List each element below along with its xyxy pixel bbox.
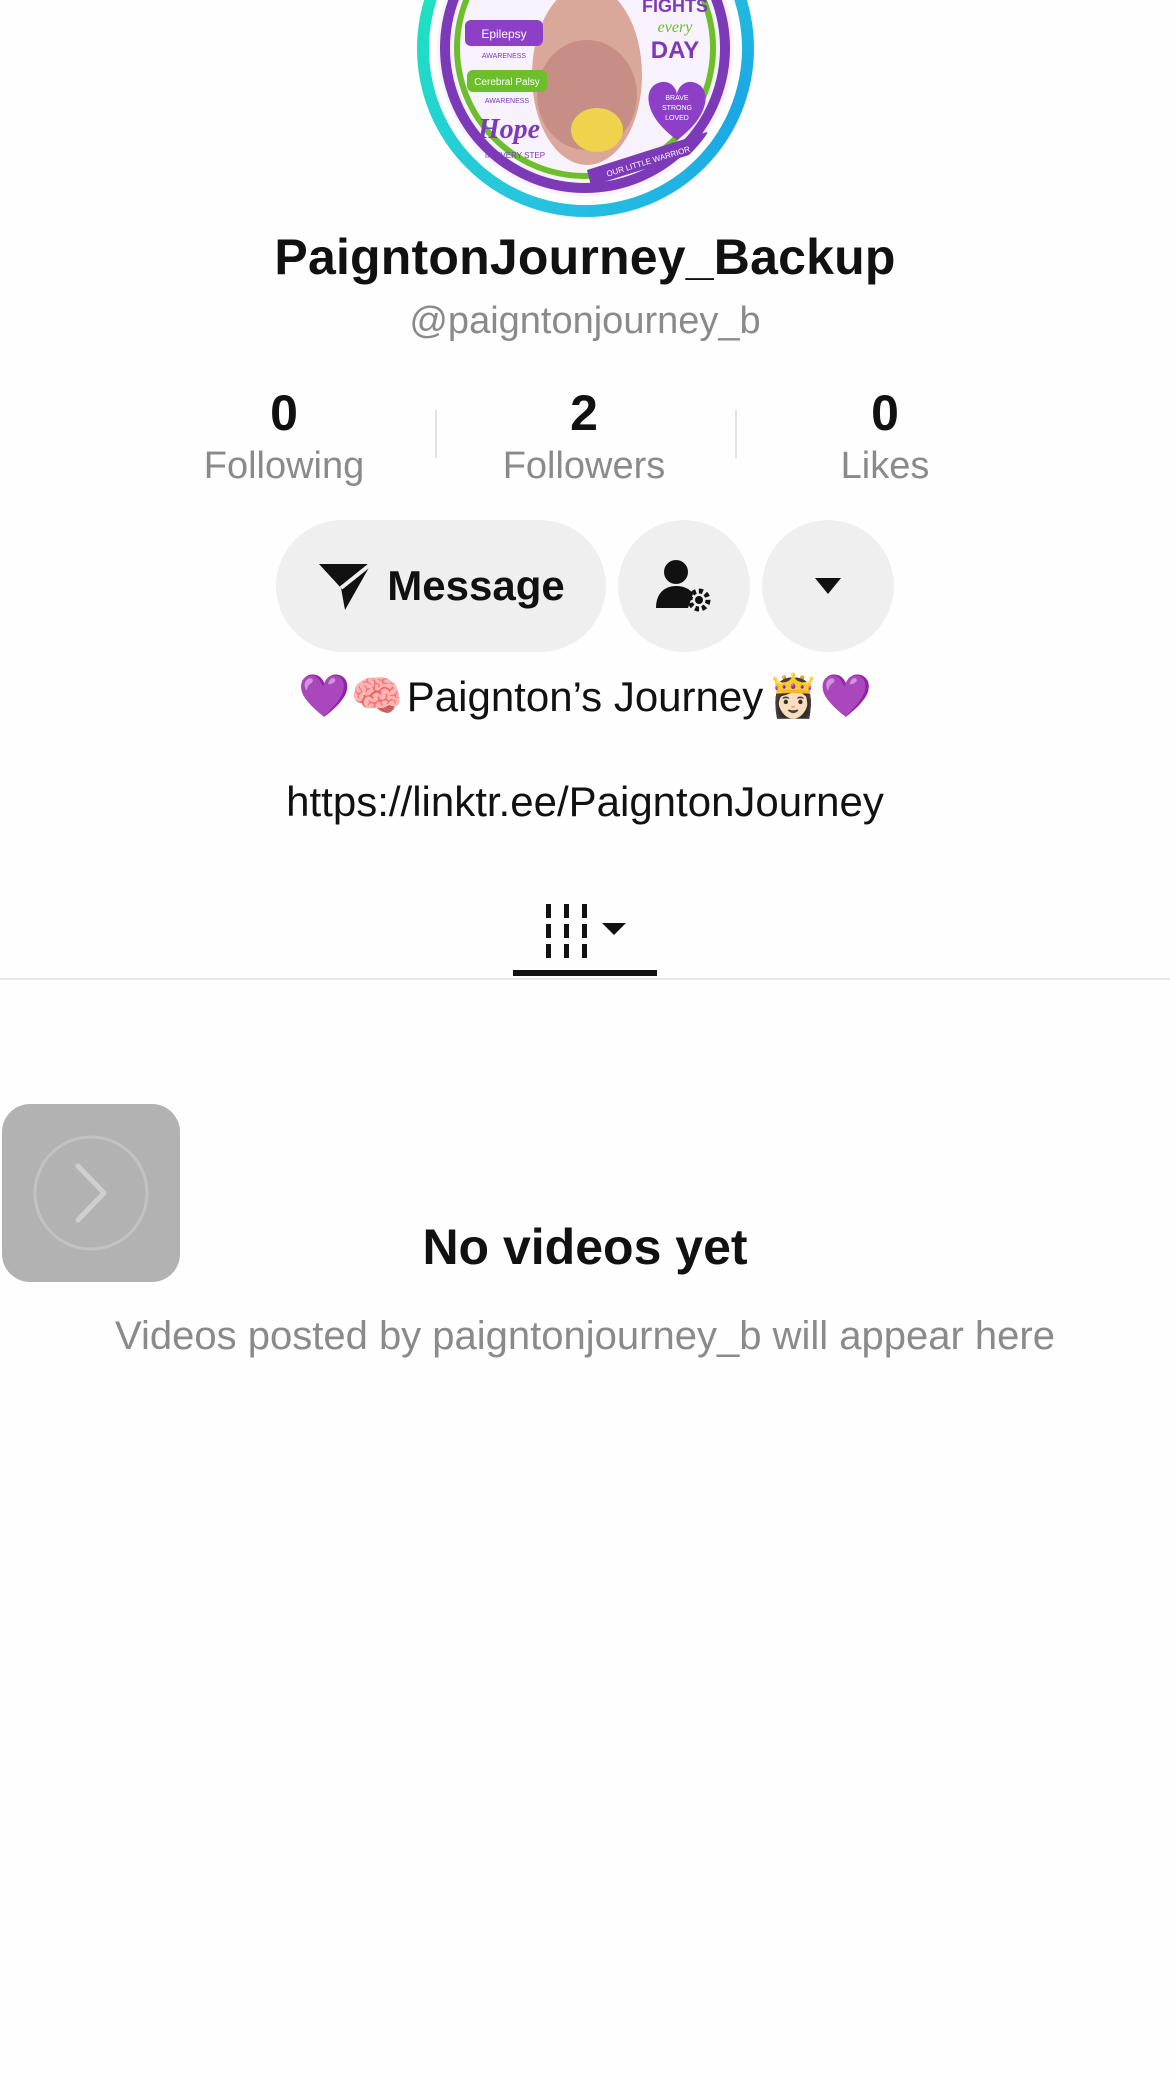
stat-followers-count: 2	[570, 385, 598, 441]
stat-following-label: Following	[203, 445, 365, 487]
bio-text: Paignton’s Journey	[406, 672, 764, 720]
profile-bio: 💜🧠 Paignton’s Journey 👸🏻💜	[0, 672, 1170, 721]
stats-divider	[435, 410, 437, 458]
avatar-text-loved: LOVED	[665, 115, 689, 122]
bio-emoji-right: 👸🏻💜	[767, 672, 872, 719]
stats-divider	[735, 410, 737, 458]
avatar-text-in-every-step: IN EVERY STEP	[485, 151, 545, 160]
avatar-text-awareness-2: AWARENESS	[485, 98, 530, 105]
avatar[interactable]: Epilepsy AWARENESS Cerebral Palsy AWAREN…	[437, 0, 734, 197]
bio-emoji-left: 💜🧠	[298, 672, 403, 719]
avatar-text-strong: STRONG	[662, 105, 692, 112]
stat-followers[interactable]: 2 Followers	[434, 385, 734, 489]
message-button-label: Message	[387, 562, 565, 609]
empty-state-title: No videos yet	[422, 1219, 748, 1275]
follow-settings-button[interactable]	[618, 520, 750, 652]
username-handle: @paigntonjourney_b	[409, 300, 761, 342]
stat-followers-label: Followers	[502, 445, 666, 487]
tab-videos[interactable]	[513, 880, 657, 980]
content-tabbar	[0, 880, 1170, 980]
avatar-artwork: Epilepsy AWARENESS Cerebral Palsy AWAREN…	[437, 0, 733, 196]
avatar-border: Epilepsy AWARENESS Cerebral Palsy AWAREN…	[429, 0, 742, 205]
display-name: PaigntonJourney_Backup	[274, 229, 896, 285]
grid-lines-icon	[546, 904, 626, 958]
avatar-text-awareness-1: AWARENESS	[482, 53, 527, 60]
user-settings-icon	[656, 560, 711, 612]
profile-stats: 0 Following 2 Followers 0 Likes	[0, 385, 1170, 487]
more-options-button[interactable]	[762, 520, 894, 652]
avatar-text-fights: FIGHTS	[642, 0, 708, 16]
empty-state-subtitle: Videos posted by paigntonjourney_b will …	[115, 1314, 1055, 1358]
avatar-text-epilepsy: Epilepsy	[481, 27, 526, 41]
message-button[interactable]: Message	[276, 520, 606, 652]
stat-likes[interactable]: 0 Likes	[735, 385, 1035, 489]
stat-following[interactable]: 0 Following	[134, 385, 434, 489]
profile-actions: Message	[0, 520, 1170, 652]
active-tab-indicator	[513, 970, 657, 976]
profile-avatar-ring[interactable]: Epilepsy AWARENESS Cerebral Palsy AWAREN…	[417, 0, 754, 217]
stat-following-count: 0	[270, 385, 298, 441]
bio-link[interactable]: https://linktr.ee/PaigntonJourney	[0, 778, 1170, 826]
dropdown-caret-icon	[815, 578, 841, 594]
avatar-text-brave: BRAVE	[665, 95, 689, 102]
avatar-text-every: every	[658, 19, 694, 36]
avatar-text-hope: Hope	[477, 114, 540, 145]
avatar-text-day: DAY	[651, 37, 699, 64]
stat-likes-label: Likes	[840, 445, 930, 487]
avatar-text-cerebral-palsy: Cerebral Palsy	[474, 77, 540, 88]
stat-likes-count: 0	[871, 385, 899, 441]
send-icon	[319, 562, 373, 610]
